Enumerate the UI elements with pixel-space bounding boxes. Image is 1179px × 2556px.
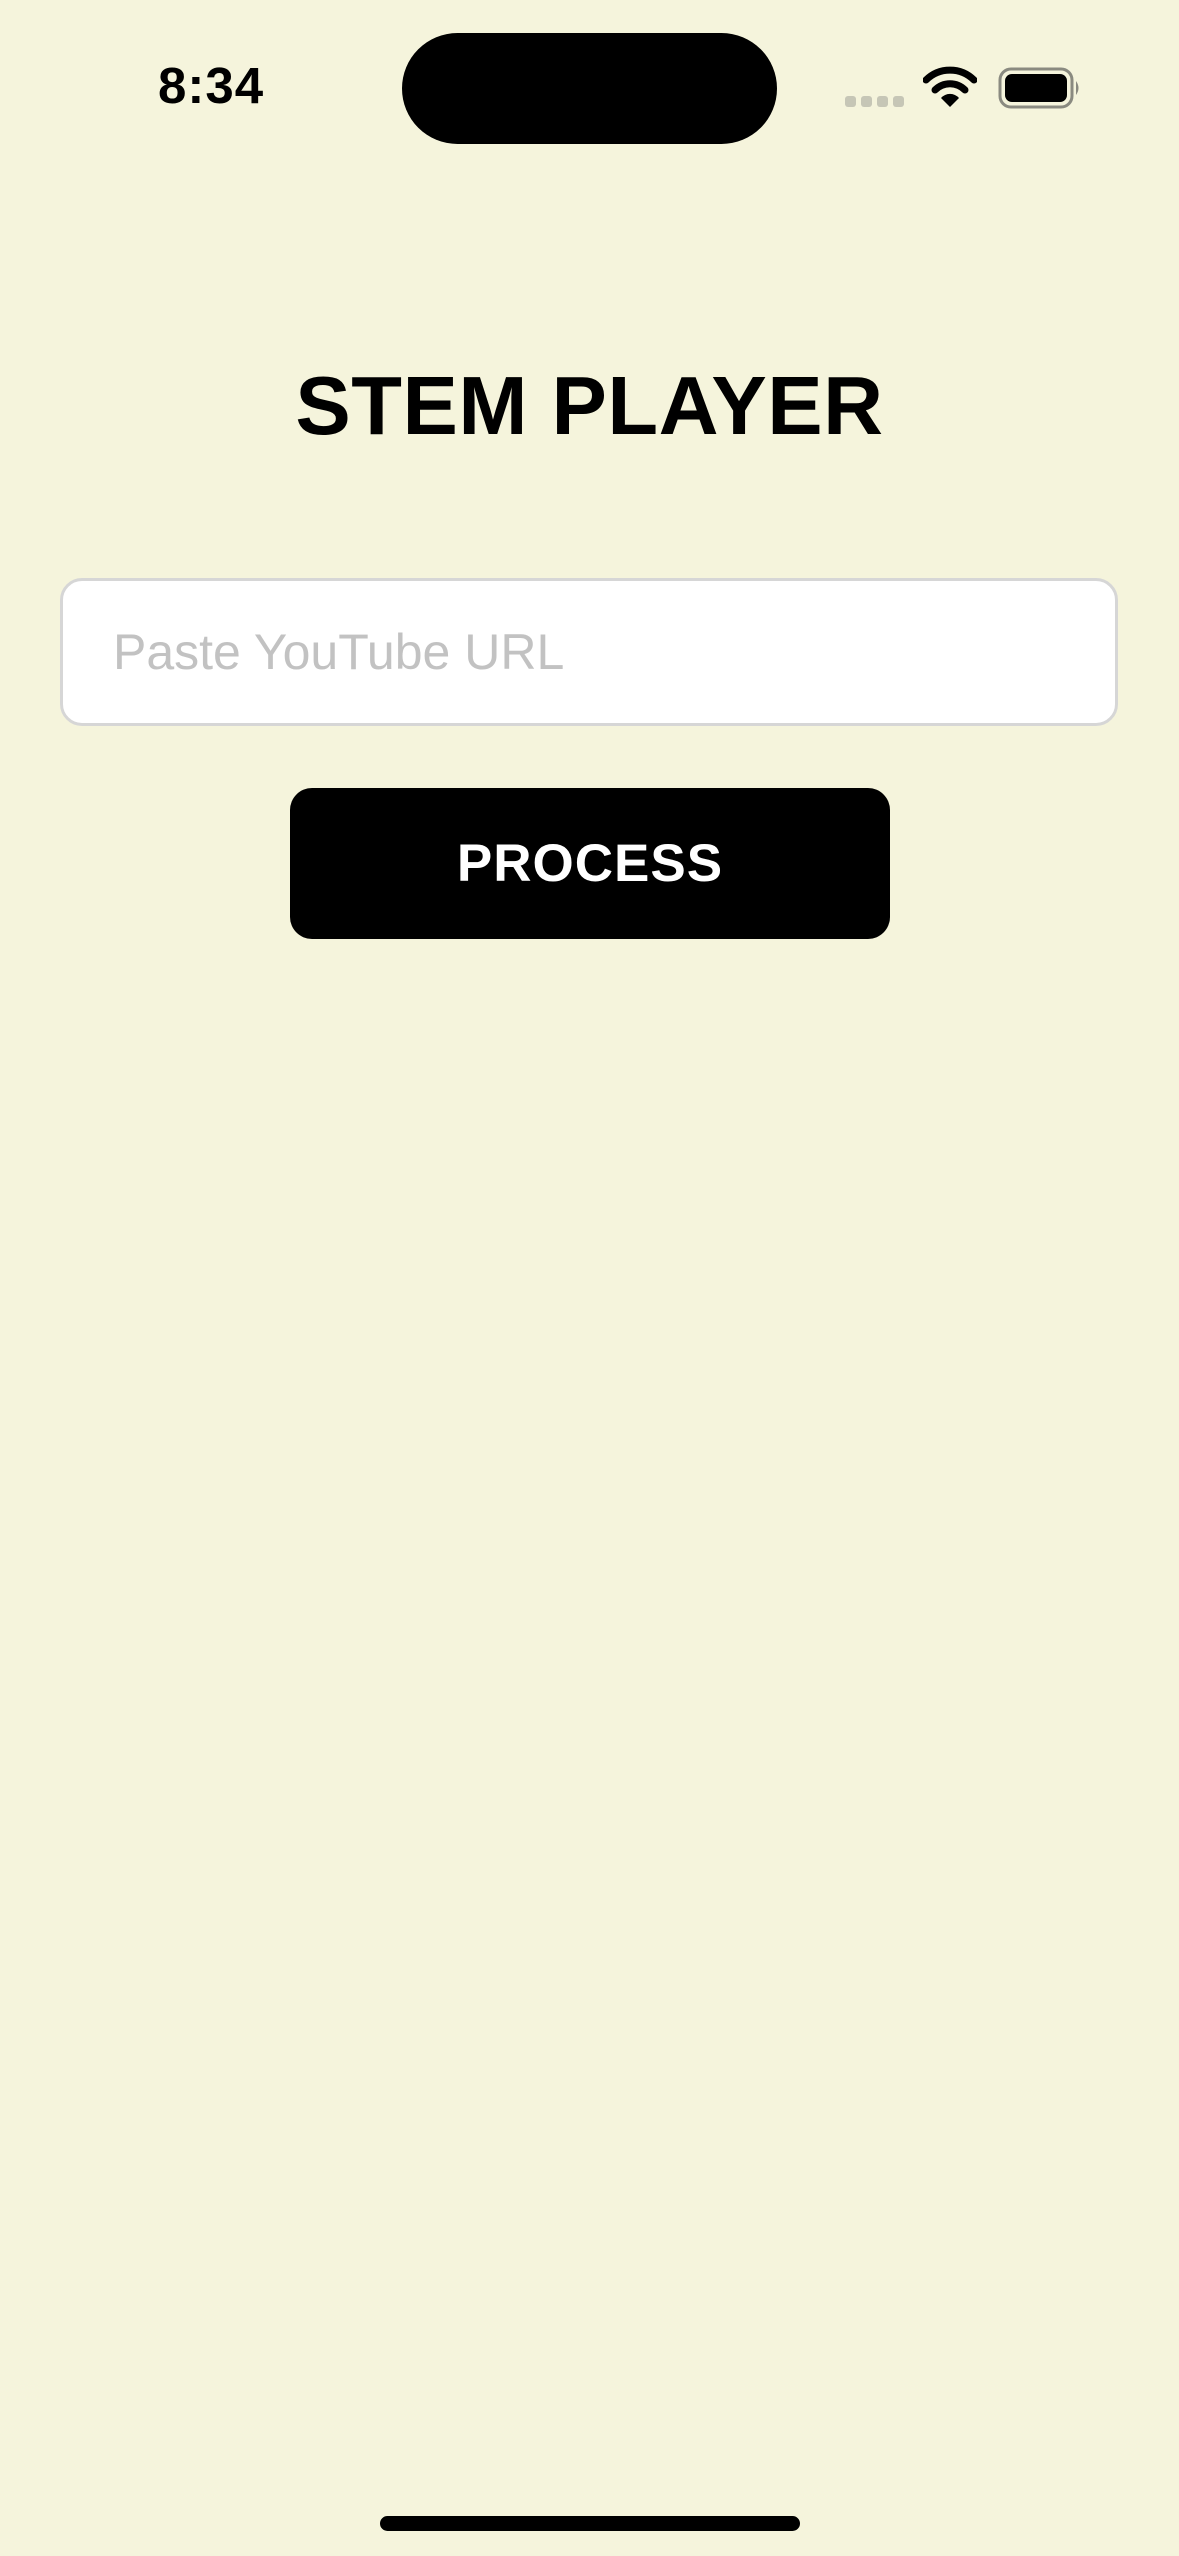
youtube-url-input[interactable] (60, 578, 1118, 726)
page-title: STEM PLAYER (295, 358, 884, 452)
status-bar: 8:34 (0, 0, 1179, 175)
home-indicator[interactable] (380, 2516, 800, 2531)
signal-icon (845, 96, 904, 107)
dynamic-island (402, 33, 777, 144)
wifi-icon (923, 66, 977, 107)
status-time: 8:34 (158, 57, 265, 114)
process-button[interactable]: PROCESS (290, 788, 890, 939)
battery-icon (998, 67, 1079, 109)
